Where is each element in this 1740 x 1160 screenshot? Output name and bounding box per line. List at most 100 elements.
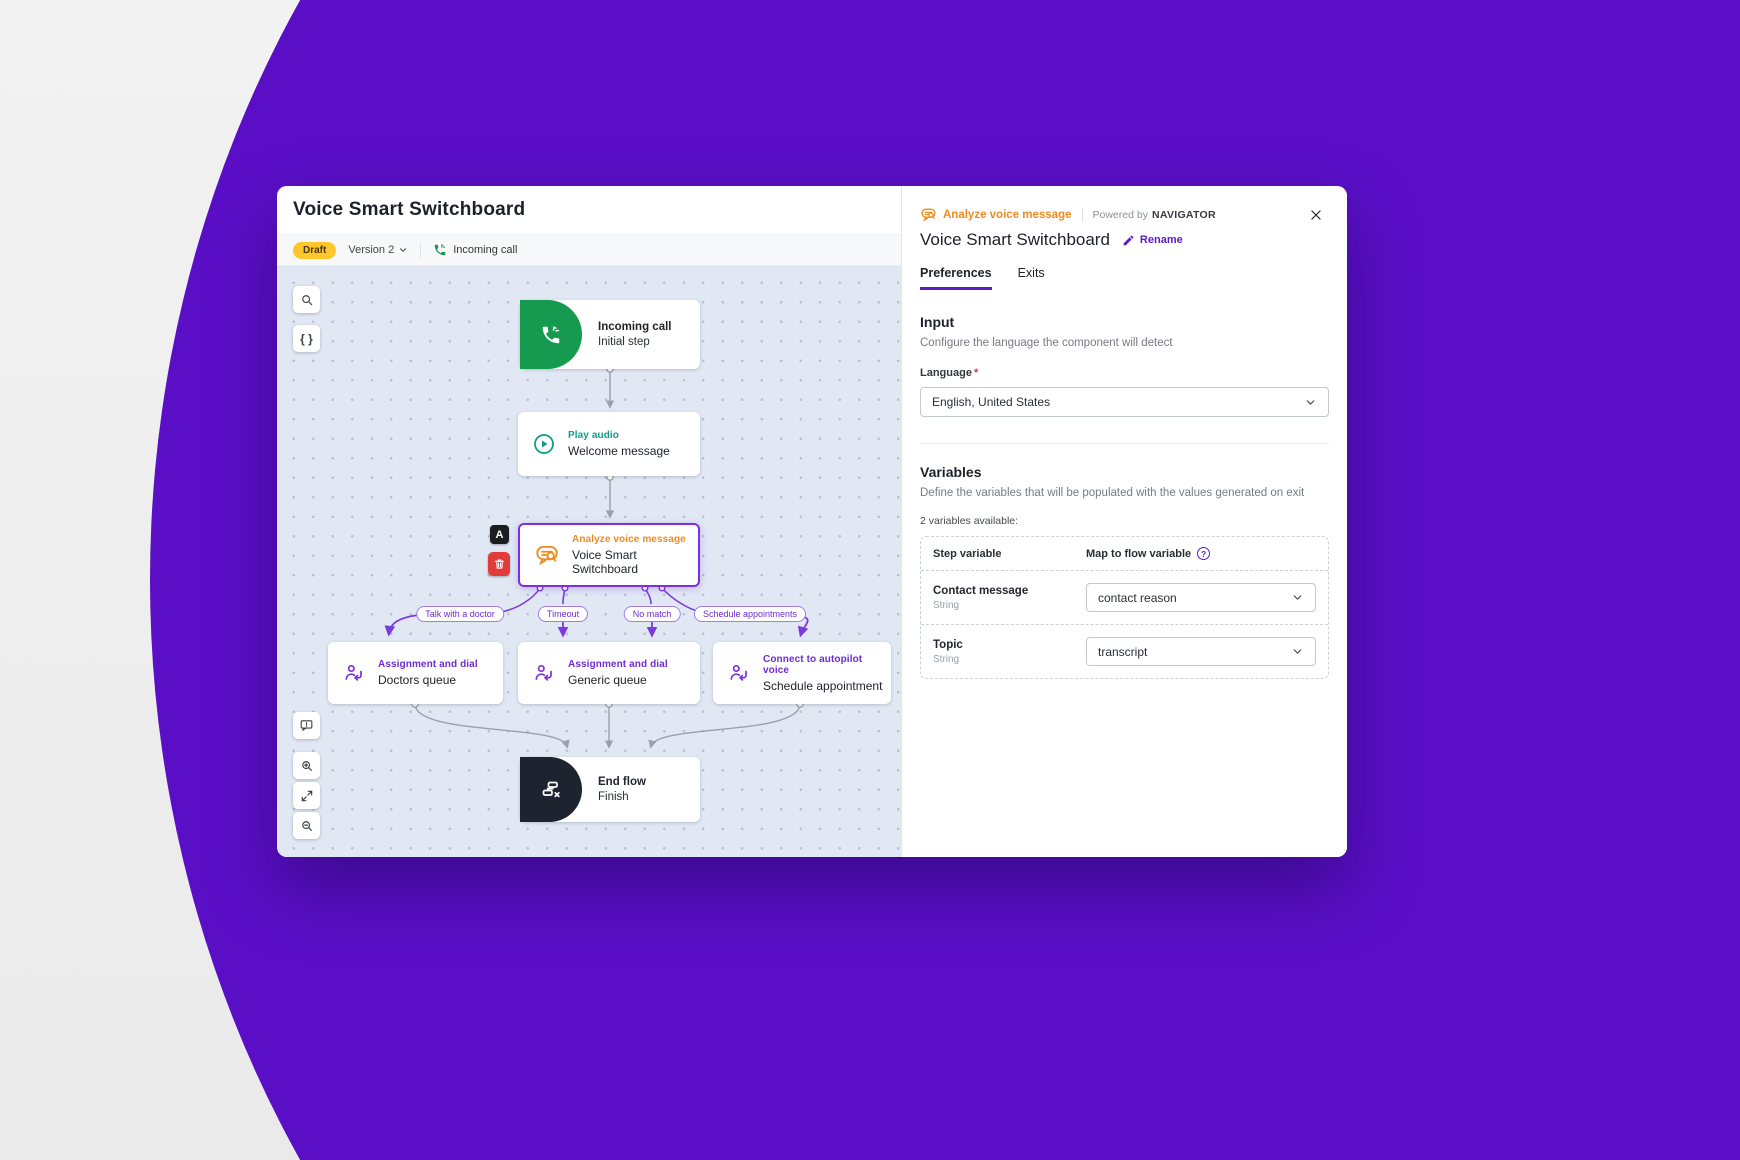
config-panel: Analyze voice message Powered by NAVIGAT… <box>901 186 1347 857</box>
zoom-in-button[interactable] <box>293 752 320 779</box>
node-subtitle: Initial step <box>598 336 672 348</box>
variables-tool-button[interactable]: { } <box>293 325 320 352</box>
powered-by-brand: NAVIGATOR <box>1152 209 1216 221</box>
variables-availability: 2 variables available: <box>920 515 1329 527</box>
language-select[interactable]: English, United States <box>920 387 1329 417</box>
edge-label-schedule-appointments[interactable]: Schedule appointments <box>694 606 806 622</box>
node-title: Welcome message <box>568 444 670 458</box>
pencil-icon <box>1122 234 1135 247</box>
variables-table-header: Step variable Map to flow variable ? <box>921 537 1328 571</box>
help-icon[interactable]: ? <box>1197 547 1210 560</box>
play-audio-icon <box>532 432 556 456</box>
node-subtitle: Finish <box>598 791 646 803</box>
variable-name: Topic <box>933 639 1086 651</box>
chevron-down-icon <box>398 245 408 255</box>
edge-label-timeout[interactable]: Timeout <box>538 606 588 622</box>
node-end-flow[interactable]: End flow Finish <box>520 757 700 822</box>
language-label-text: Language <box>920 367 972 379</box>
annotation-letter: A <box>496 529 504 541</box>
component-row: Analyze voice message Powered by NAVIGAT… <box>920 206 1329 223</box>
node-category: Assignment and dial <box>378 659 478 670</box>
column-step-variable: Step variable <box>933 548 1086 560</box>
node-title: Generic queue <box>568 673 668 687</box>
required-mark: * <box>974 367 978 379</box>
node-generic-queue[interactable]: Assignment and dial Generic queue <box>518 642 700 704</box>
panel-title-row: Voice Smart Switchboard Rename <box>920 230 1329 250</box>
node-title: Doctors queue <box>378 673 478 687</box>
node-title: Schedule appointment <box>763 679 891 693</box>
node-title: Incoming call <box>598 321 672 333</box>
tab-preferences[interactable]: Preferences <box>920 266 992 290</box>
analyze-voice-icon <box>534 542 560 568</box>
version-label: Version 2 <box>348 244 394 256</box>
incoming-call-icon <box>540 324 562 346</box>
trigger-label: Incoming call <box>453 244 517 256</box>
variable-row-topic: Topic String transcript <box>921 625 1328 678</box>
language-field-label: Language* <box>920 367 1329 379</box>
edge-label-no-match[interactable]: No match <box>624 606 681 622</box>
trigger-chip[interactable]: Incoming call <box>433 243 517 257</box>
topic-mapping-select[interactable]: transcript <box>1086 637 1316 666</box>
node-schedule-appointment[interactable]: Connect to autopilot voice Schedule appo… <box>713 642 891 704</box>
node-category: Analyze voice message <box>572 534 698 545</box>
assignment-dial-icon <box>532 661 556 685</box>
tab-exits[interactable]: Exits <box>1018 266 1045 290</box>
assignment-dial-icon <box>342 661 366 685</box>
chevron-down-icon <box>1291 591 1304 604</box>
node-title: End flow <box>598 776 646 788</box>
autopilot-voice-icon <box>727 661 751 685</box>
close-panel-button[interactable] <box>1307 206 1325 224</box>
trash-icon <box>493 557 506 571</box>
zoom-out-icon <box>300 819 314 833</box>
delete-node-button[interactable] <box>488 552 510 576</box>
input-section-heading: Input <box>920 314 1329 330</box>
powered-by-label: Powered by <box>1093 209 1148 221</box>
chevron-down-icon <box>1304 396 1317 409</box>
component-label: Analyze voice message <box>943 209 1072 221</box>
node-incoming-call[interactable]: Incoming call Initial step <box>520 300 700 369</box>
section-divider <box>920 443 1329 444</box>
braces-icon: { } <box>300 332 313 346</box>
edge-label-talk-with-a-doctor[interactable]: Talk with a doctor <box>416 606 504 622</box>
zoom-out-button[interactable] <box>293 812 320 839</box>
variable-name: Contact message <box>933 585 1086 597</box>
version-selector[interactable]: Version 2 <box>348 244 408 256</box>
flow-title: Voice Smart Switchboard <box>293 199 525 221</box>
close-icon <box>1309 208 1323 222</box>
variables-table: Step variable Map to flow variable ? Con… <box>920 536 1329 679</box>
expand-icon <box>300 789 314 803</box>
panel-tabs: Preferences Exits <box>920 266 1329 290</box>
node-category: Assignment and dial <box>568 659 668 670</box>
node-doctors-queue[interactable]: Assignment and dial Doctors queue <box>328 642 503 704</box>
end-flow-icon <box>539 778 563 802</box>
node-category: Connect to autopilot voice <box>763 654 891 676</box>
flow-pane: Voice Smart Switchboard Draft Version 2 … <box>277 186 901 857</box>
mapping-select-value: contact reason <box>1098 591 1177 605</box>
node-analyze-voice-message[interactable]: Analyze voice message Voice Smart Switch… <box>518 523 700 587</box>
search-icon <box>300 293 314 307</box>
analyze-voice-icon <box>920 206 937 223</box>
contact-message-mapping-select[interactable]: contact reason <box>1086 583 1316 612</box>
language-select-value: English, United States <box>932 395 1050 409</box>
annotation-tool-button[interactable] <box>293 712 320 739</box>
search-tool-button[interactable] <box>293 286 320 313</box>
comment-alert-icon <box>299 718 314 733</box>
fit-screen-button[interactable] <box>293 782 320 809</box>
input-section-description: Configure the language the component wil… <box>920 337 1329 349</box>
rename-button[interactable]: Rename <box>1122 234 1183 247</box>
node-play-audio[interactable]: Play audio Welcome message <box>518 412 700 476</box>
variable-type: String <box>933 600 1086 611</box>
column-map-to-flow-variable: Map to flow variable <box>1086 548 1191 560</box>
mapping-select-value: transcript <box>1098 645 1147 659</box>
divider <box>1082 208 1083 222</box>
flow-canvas[interactable]: { } Incoming call Initial st <box>277 266 901 857</box>
zoom-in-icon <box>300 759 314 773</box>
annotation-marker-button[interactable]: A <box>490 525 509 544</box>
flow-toolbar: Draft Version 2 Incoming call <box>277 234 901 266</box>
variables-section-description: Define the variables that will be popula… <box>920 487 1329 499</box>
chevron-down-icon <box>1291 645 1304 658</box>
rename-label: Rename <box>1140 234 1183 246</box>
node-category: Play audio <box>568 430 670 441</box>
toolbar-divider <box>420 242 421 258</box>
panel-title: Voice Smart Switchboard <box>920 230 1110 250</box>
